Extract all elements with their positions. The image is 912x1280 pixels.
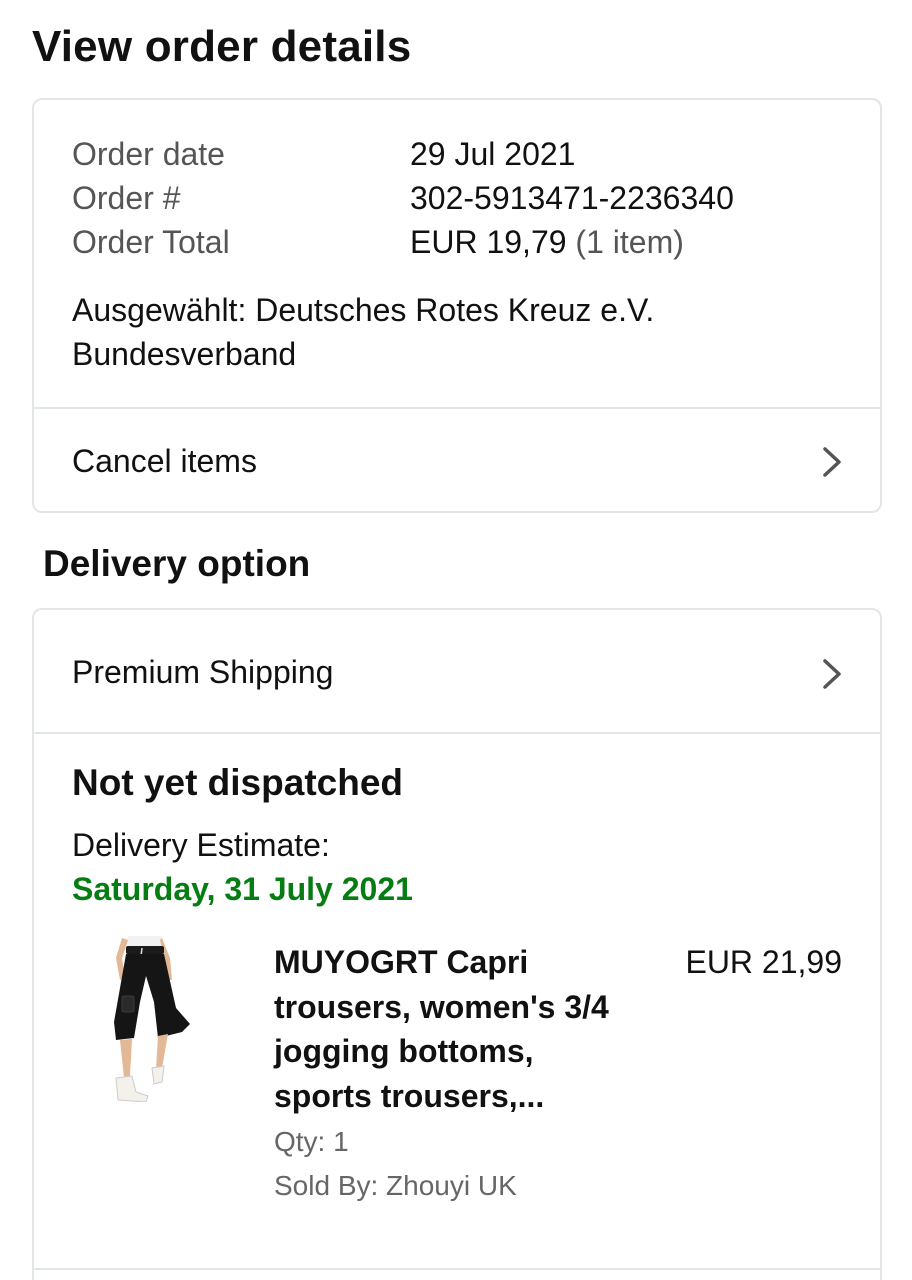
product-title-line: trousers, women's 3/4 (274, 988, 609, 1025)
order-total-label: Order Total (72, 224, 230, 260)
product-title[interactable]: MUYOGRT Capri trousers, women's 3/4 jogg… (274, 940, 654, 1118)
page-title: View order details (32, 22, 412, 71)
order-item-count: (1 item) (575, 224, 684, 260)
product-quantity: Qty: 1 (274, 1126, 349, 1157)
product-seller: Sold By: Zhouyi UK (274, 1170, 517, 1201)
product-price: EUR 21,99 (685, 944, 842, 980)
chevron-right-icon (820, 445, 844, 479)
order-total-amount: EUR 19,79 (410, 224, 567, 260)
charity-selection: Ausgewählt: Deutsches Rotes Kreuz e.V. B… (72, 288, 772, 376)
premium-shipping-label: Premium Shipping (72, 654, 334, 690)
delivery-estimate-date: Saturday, 31 July 2021 (72, 871, 413, 907)
order-details-page: View order details Order date 29 Jul 202… (0, 0, 912, 1280)
product-title-line: jogging bottoms, (274, 1033, 534, 1069)
delivery-estimate-label: Delivery Estimate: (72, 827, 330, 863)
order-summary-card: Order date 29 Jul 2021 Order # 302-59134… (32, 98, 882, 513)
cancel-items-label: Cancel items (72, 443, 257, 479)
product-thumbnail[interactable] (102, 936, 194, 1103)
delivery-option-heading: Delivery option (43, 543, 311, 584)
chevron-right-icon (820, 657, 844, 691)
charity-line-2: Bundesverband (72, 336, 297, 372)
product-title-line: MUYOGRT Capri (274, 944, 529, 980)
charity-line-1: Ausgewählt: Deutsches Rotes Kreuz e.V. (72, 292, 655, 328)
order-total-value: EUR 19,79 (1 item) (410, 220, 684, 264)
divider (34, 732, 880, 734)
order-number-value: 302-5913471-2236340 (410, 180, 734, 216)
divider (34, 1268, 880, 1270)
cancel-items-row[interactable]: Cancel items (34, 409, 880, 511)
delivery-card: Premium Shipping Not yet dispatched Deli… (32, 608, 882, 1280)
premium-shipping-row[interactable]: Premium Shipping (34, 610, 880, 732)
order-date-value: 29 Jul 2021 (410, 136, 576, 172)
shipment-status: Not yet dispatched (72, 762, 403, 803)
order-date-label: Order date (72, 136, 225, 172)
product-title-line: sports trousers,... (274, 1077, 545, 1114)
order-number-label: Order # (72, 180, 181, 216)
